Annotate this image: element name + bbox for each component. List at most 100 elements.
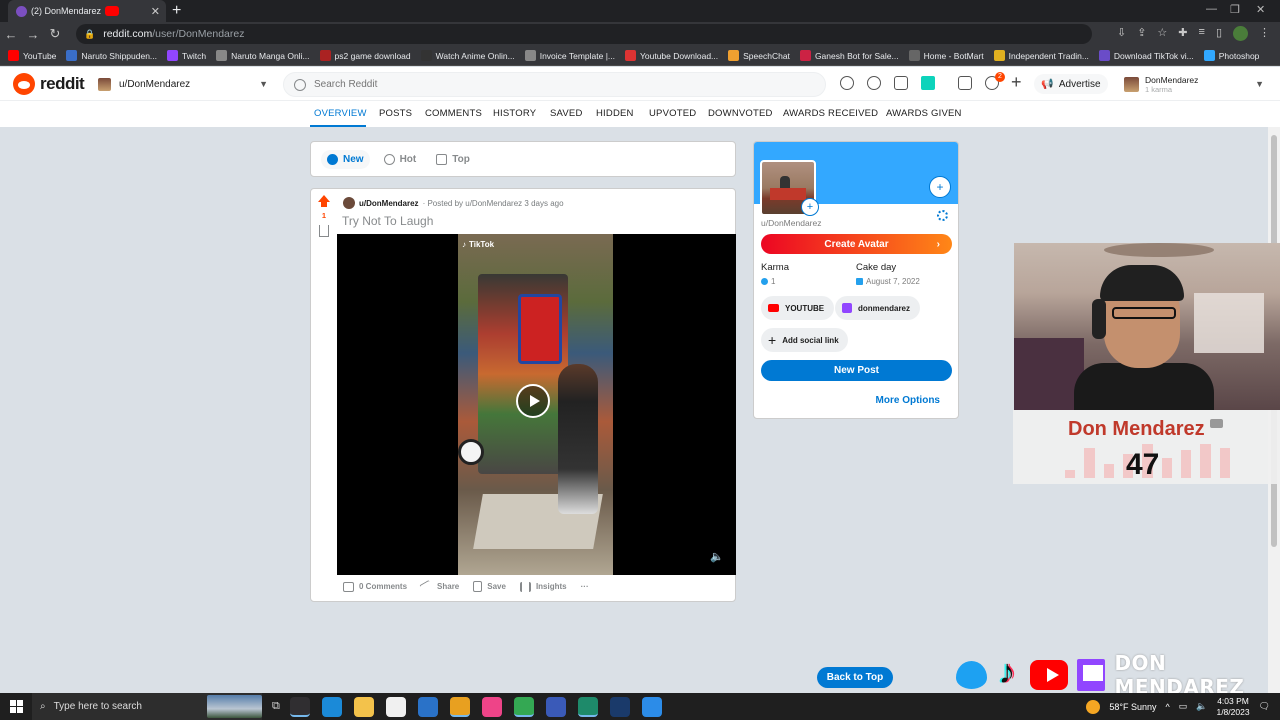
- coins-icon[interactable]: [867, 76, 881, 90]
- taskbar-app-explorer-icon[interactable]: [353, 696, 374, 717]
- restore-icon[interactable]: ❐: [1230, 3, 1240, 16]
- post-title[interactable]: Try Not To Laugh: [342, 214, 433, 228]
- comments-button[interactable]: 0 Comments: [343, 581, 407, 592]
- bookmark-item[interactable]: YouTube: [8, 50, 56, 61]
- sidebar-icon[interactable]: ▯: [1216, 26, 1222, 41]
- taskbar-app-obs-icon[interactable]: [289, 696, 310, 717]
- taskbar-app-vegas-icon[interactable]: [609, 696, 630, 717]
- tab-awards-received[interactable]: AWARDS RECEIVED: [783, 108, 878, 119]
- taskbar-app-edge-icon[interactable]: [321, 696, 342, 717]
- new-post-button[interactable]: New Post: [761, 360, 952, 381]
- sort-top-button[interactable]: Top: [430, 150, 476, 169]
- reddit-logo[interactable]: reddit: [13, 73, 85, 95]
- bookmark-item[interactable]: Download TikTok vi...: [1098, 50, 1194, 61]
- taskbar-app-chrome-icon[interactable]: [449, 696, 470, 717]
- task-view-icon[interactable]: ⧉: [272, 700, 280, 713]
- url-bar[interactable]: 🔒 reddit.com /user/DonMendarez: [76, 24, 1092, 44]
- taskbar-search[interactable]: ⌕ Type here to search: [32, 693, 262, 720]
- forward-icon[interactable]: →: [22, 27, 44, 42]
- search-input[interactable]: [314, 79, 794, 90]
- tab-history[interactable]: HISTORY: [493, 108, 536, 119]
- minimize-icon[interactable]: —: [1206, 3, 1217, 15]
- network-icon[interactable]: ▭: [1179, 701, 1188, 712]
- bookmark-item[interactable]: ps2 game download: [319, 50, 411, 61]
- bookmark-item[interactable]: Watch Anime Onlin...: [420, 50, 515, 61]
- bookmark-item[interactable]: Independent Tradin...: [993, 50, 1089, 61]
- profile-avatar[interactable]: [1233, 26, 1248, 41]
- share-icon[interactable]: ⇪: [1137, 26, 1146, 41]
- tab-awards-given[interactable]: AWARDS GIVEN: [886, 108, 962, 119]
- tab-overview[interactable]: OVERVIEW: [314, 108, 367, 119]
- share-button[interactable]: Share: [419, 579, 459, 594]
- tray-chevron-icon[interactable]: ^: [1166, 702, 1170, 712]
- reading-list-icon[interactable]: ≡: [1199, 26, 1205, 41]
- insights-button[interactable]: Insights: [519, 581, 567, 592]
- taskbar-app-app-light-blue-icon[interactable]: [641, 696, 662, 717]
- tab-upvoted[interactable]: UPVOTED: [649, 108, 696, 119]
- community-selector[interactable]: u/DonMendarez ▼: [98, 74, 268, 94]
- bookmark-item[interactable]: Twitch: [167, 50, 206, 61]
- new-tab-button[interactable]: +: [172, 2, 181, 20]
- popular-icon[interactable]: [840, 76, 854, 90]
- close-window-icon[interactable]: ✕: [1256, 3, 1265, 16]
- extensions-icon[interactable]: ✚: [1178, 26, 1187, 41]
- taskbar-app-store-icon[interactable]: [385, 696, 406, 717]
- chat-bubble-icon[interactable]: [894, 76, 908, 90]
- bookmark-item[interactable]: Home - BotMart: [908, 50, 984, 61]
- advertise-button[interactable]: 📢 Advertise: [1034, 74, 1108, 94]
- add-banner-image-icon[interactable]: +: [929, 176, 951, 198]
- save-button[interactable]: Save: [473, 581, 506, 592]
- bookmark-item[interactable]: SpeechChat: [728, 50, 790, 61]
- clock[interactable]: 4:03 PM 1/8/2023: [1216, 696, 1249, 718]
- bookmark-item[interactable]: Naruto Shippuden...: [66, 50, 157, 61]
- tab-saved[interactable]: SAVED: [550, 108, 583, 119]
- taskbar-app-mail-icon[interactable]: [417, 696, 438, 717]
- bookmark-item[interactable]: Naruto Manga Onli...: [216, 50, 310, 61]
- start-button[interactable]: [0, 700, 32, 713]
- play-button[interactable]: [516, 384, 550, 418]
- bookmark-item[interactable]: Youtube Download...: [625, 50, 718, 61]
- social-link-youtube[interactable]: YOUTUBE: [761, 296, 835, 320]
- bookmark-item[interactable]: Photoshop: [1203, 50, 1259, 61]
- social-link-twitch[interactable]: donmendarez: [835, 296, 921, 320]
- chrome-menu-icon[interactable]: ⋮: [1259, 26, 1270, 41]
- back-icon[interactable]: ←: [0, 27, 22, 42]
- weather-text[interactable]: 58°F Sunny: [1109, 702, 1156, 712]
- more-options-link[interactable]: More Options: [876, 395, 940, 406]
- settings-gear-icon[interactable]: [937, 210, 948, 221]
- volume-icon[interactable]: 🔈: [710, 550, 724, 563]
- add-social-link-button[interactable]: + Add social link: [761, 328, 848, 352]
- mod-icon[interactable]: [921, 76, 935, 90]
- browser-tab[interactable]: (2) DonMendarez ✕: [8, 0, 166, 22]
- sort-hot-button[interactable]: Hot: [378, 150, 423, 169]
- upvote-arrow-icon[interactable]: [318, 195, 330, 207]
- tab-downvoted[interactable]: DOWNVOTED: [708, 108, 773, 119]
- back-to-top-button[interactable]: Back to Top: [817, 667, 893, 688]
- bookmark-item[interactable]: Ganesh Bot for Sale...: [799, 50, 899, 61]
- sort-new-button[interactable]: New: [321, 149, 370, 169]
- add-avatar-image-icon[interactable]: +: [801, 198, 819, 216]
- tab-close-icon[interactable]: ✕: [151, 5, 160, 18]
- chat-icon[interactable]: [958, 76, 972, 90]
- post-card[interactable]: 1 u/DonMendarez · Posted by u/DonMendare…: [310, 188, 736, 602]
- bookmark-star-icon[interactable]: ☆: [1157, 26, 1167, 41]
- volume-icon[interactable]: 🔈: [1196, 701, 1207, 712]
- create-avatar-button[interactable]: Create Avatar ›: [761, 234, 952, 254]
- install-icon[interactable]: ⇩: [1117, 26, 1126, 41]
- post-author[interactable]: u/DonMendarez: [359, 199, 419, 208]
- taskbar-app-app-teal-icon[interactable]: [577, 696, 598, 717]
- taskbar-app-itunes-icon[interactable]: [481, 696, 502, 717]
- video-player[interactable]: ♪ TikTok 🔈: [337, 234, 736, 575]
- taskbar-app-app-blue-icon[interactable]: [545, 696, 566, 717]
- more-options-button[interactable]: ···: [581, 581, 589, 592]
- user-menu[interactable]: DonMendarez 1 karma ▼: [1124, 72, 1264, 96]
- create-post-icon[interactable]: +: [1011, 72, 1022, 93]
- notification-center-icon[interactable]: 🗨: [1259, 701, 1270, 712]
- tab-comments[interactable]: COMMENTS: [425, 108, 482, 119]
- reload-icon[interactable]: ↻: [44, 26, 66, 42]
- tab-hidden[interactable]: HIDDEN: [596, 108, 634, 119]
- downvote-arrow-icon[interactable]: [319, 225, 329, 237]
- bookmark-item[interactable]: Invoice Template |...: [524, 50, 615, 61]
- tab-posts[interactable]: POSTS: [379, 108, 412, 119]
- taskbar-app-chrome-2-icon[interactable]: [513, 696, 534, 717]
